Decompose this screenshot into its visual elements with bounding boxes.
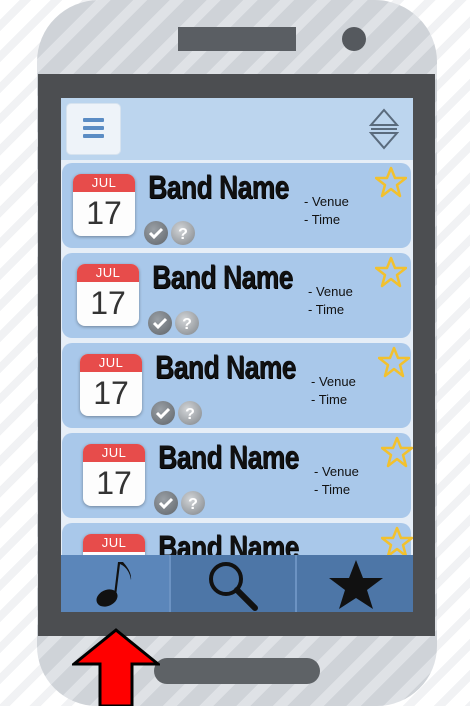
calendar-month: JUL	[80, 354, 142, 372]
event-card[interactable]: JUL 17 Band Name? - Venue - Time	[62, 433, 413, 518]
check-badge-icon[interactable]	[148, 311, 172, 335]
band-name: Band Name	[148, 169, 289, 205]
svg-text:?: ?	[188, 496, 198, 513]
calendar-month: JUL	[77, 264, 139, 282]
menu-button[interactable]	[67, 104, 120, 154]
svg-text:?: ?	[182, 316, 192, 333]
calendar-month: JUL	[73, 174, 135, 192]
star-outline-icon[interactable]	[375, 166, 407, 198]
calendar-day: 17	[93, 375, 129, 411]
calendar-day: 17	[90, 285, 126, 321]
venue-text: - Venue	[314, 464, 359, 479]
calendar-icon: JUL 17	[80, 354, 142, 416]
magnifier-icon	[209, 562, 258, 611]
star-outline-icon[interactable]	[381, 526, 413, 558]
band-name: Band Name	[152, 259, 293, 295]
time-text: - Time	[304, 212, 341, 227]
hamburger-icon	[83, 118, 104, 138]
check-badge-icon[interactable]	[144, 221, 168, 245]
band-name: Band Name	[158, 439, 299, 475]
speaker-grille	[178, 27, 296, 51]
svg-text:?: ?	[178, 226, 188, 243]
question-badge-icon[interactable]: ?	[175, 311, 199, 335]
venue-text: - Venue	[304, 194, 349, 209]
front-camera	[342, 27, 366, 51]
event-card[interactable]: JUL 17 Band Name? - Venue - Time	[62, 343, 411, 428]
calendar-day: 17	[86, 195, 122, 231]
star-filled-icon	[329, 560, 383, 609]
tab-bar	[61, 555, 413, 612]
question-badge-icon[interactable]: ?	[181, 491, 205, 515]
check-badge-icon[interactable]	[154, 491, 178, 515]
home-button[interactable]	[154, 658, 320, 684]
time-text: - Time	[314, 482, 351, 497]
calendar-icon: JUL 17	[83, 444, 145, 506]
question-badge-icon[interactable]: ?	[171, 221, 195, 245]
star-outline-icon[interactable]	[378, 346, 410, 378]
app-screen: JUL 17 Band Name? - Venue - Time JUL 17 Band Na…	[61, 98, 413, 612]
top-bar	[61, 98, 413, 160]
svg-text:?: ?	[185, 406, 195, 423]
check-badge-icon[interactable]	[151, 401, 175, 425]
event-card[interactable]: JUL 17 Band Name? - Venue - Time	[62, 253, 411, 338]
tab-favorites[interactable]	[297, 555, 413, 612]
star-outline-icon[interactable]	[381, 436, 413, 468]
venue-text: - Venue	[311, 374, 356, 389]
tab-music[interactable]	[61, 555, 169, 612]
time-text: - Time	[308, 302, 345, 317]
event-card[interactable]: JUL 17 Band Name? - Venue - Time	[62, 163, 411, 248]
calendar-month: JUL	[83, 534, 145, 552]
music-note-icon	[96, 562, 132, 607]
calendar-icon: JUL 17	[77, 264, 139, 326]
calendar-day: 17	[96, 465, 132, 501]
star-outline-icon[interactable]	[375, 256, 407, 288]
calendar-month: JUL	[83, 444, 145, 462]
tab-search[interactable]	[171, 555, 295, 612]
venue-text: - Venue	[308, 284, 353, 299]
band-name: Band Name	[155, 349, 296, 385]
time-text: - Time	[311, 392, 348, 407]
question-badge-icon[interactable]: ?	[178, 401, 202, 425]
sort-up-down-icon[interactable]	[369, 108, 399, 150]
red-arrow-indicator	[72, 628, 160, 706]
calendar-icon: JUL 17	[73, 174, 135, 236]
